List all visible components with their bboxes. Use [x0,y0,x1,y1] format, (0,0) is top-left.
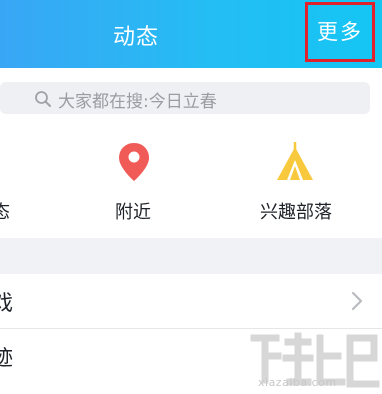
location-pin-icon [119,143,149,181]
watermark-url: xiazaiba.com [258,376,337,389]
list-item-label: 戏 [0,291,13,315]
search-input[interactable]: 大家都在搜:今日立春 [0,82,370,114]
search-placeholder: 大家都在搜:今日立春 [58,92,217,112]
search-area: 大家都在搜:今日立春 [0,68,382,128]
quick-item-interest-tribe[interactable]: 兴趣部落 [250,128,350,238]
quick-item-label: 兴趣部落 [260,202,332,223]
quick-item-nearby[interactable]: 附近 [100,128,170,238]
list-item-label: 迹 [0,346,13,370]
top-header: 动态 更多 [0,0,382,68]
tent-icon [277,142,313,180]
page-title: 动态 [112,25,159,50]
search-icon [35,91,51,107]
quick-item-partial[interactable]: 态 [0,128,40,238]
quick-item-label: 附近 [115,202,151,223]
list-item[interactable]: 戏 [0,274,382,328]
section-divider [0,238,382,274]
more-button[interactable]: 更多 [305,2,375,62]
quick-access-row: 态 附近 兴趣部落 [0,128,382,238]
quick-item-label: 态 [0,202,10,223]
chevron-right-icon [351,291,363,311]
